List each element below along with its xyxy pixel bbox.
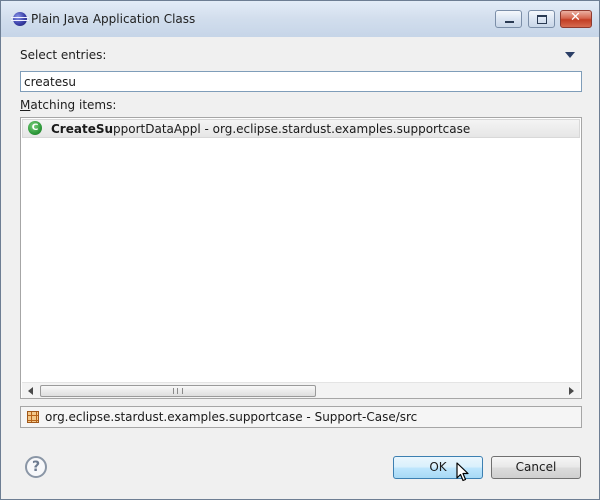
- dialog-window: Plain Java Application Class ✕ Select en…: [0, 0, 600, 500]
- title-bar[interactable]: Plain Java Application Class ✕: [1, 1, 599, 37]
- class-icon: C: [28, 121, 42, 135]
- package-icon: [27, 411, 39, 423]
- matching-items-label: Matching items:: [20, 98, 116, 112]
- list-item-name-rest: pportDataAppl: [113, 122, 201, 136]
- horizontal-scrollbar[interactable]: [22, 382, 580, 398]
- cancel-button[interactable]: Cancel: [491, 456, 581, 479]
- list-item-label: CreateSupportDataAppl - org.eclipse.star…: [51, 122, 470, 136]
- minimize-button[interactable]: [495, 10, 522, 28]
- matching-items-list[interactable]: C CreateSupportDataAppl - org.eclipse.st…: [20, 117, 582, 399]
- maximize-button[interactable]: [528, 10, 555, 28]
- select-entries-label: Select entries:: [20, 48, 107, 62]
- window-title: Plain Java Application Class: [31, 12, 196, 26]
- status-text: org.eclipse.stardust.examples.supportcas…: [45, 410, 418, 424]
- selection-status-bar: org.eclipse.stardust.examples.supportcas…: [20, 406, 582, 428]
- list-item-match: CreateSu: [51, 122, 114, 136]
- close-button[interactable]: ✕: [560, 10, 592, 28]
- scrollbar-thumb[interactable]: [40, 385, 316, 397]
- grip-icon: [173, 388, 183, 394]
- minimize-icon: [505, 21, 514, 23]
- close-icon: ✕: [570, 10, 581, 25]
- maximize-icon: [537, 15, 547, 24]
- list-item[interactable]: C CreateSupportDataAppl - org.eclipse.st…: [22, 119, 580, 138]
- matching-items-mnemonic: M: [20, 98, 31, 112]
- scroll-right-arrow-icon[interactable]: [569, 387, 574, 395]
- mouse-pointer-icon: [456, 462, 469, 482]
- help-icon[interactable]: ?: [25, 456, 47, 478]
- list-item-package: - org.eclipse.stardust.examples.supportc…: [200, 122, 471, 136]
- eclipse-icon: [11, 12, 29, 26]
- search-input[interactable]: [20, 71, 582, 92]
- scroll-left-arrow-icon[interactable]: [28, 387, 33, 395]
- matching-items-label-text: atching items:: [30, 98, 117, 112]
- view-menu-chevron-down-icon[interactable]: [565, 52, 575, 58]
